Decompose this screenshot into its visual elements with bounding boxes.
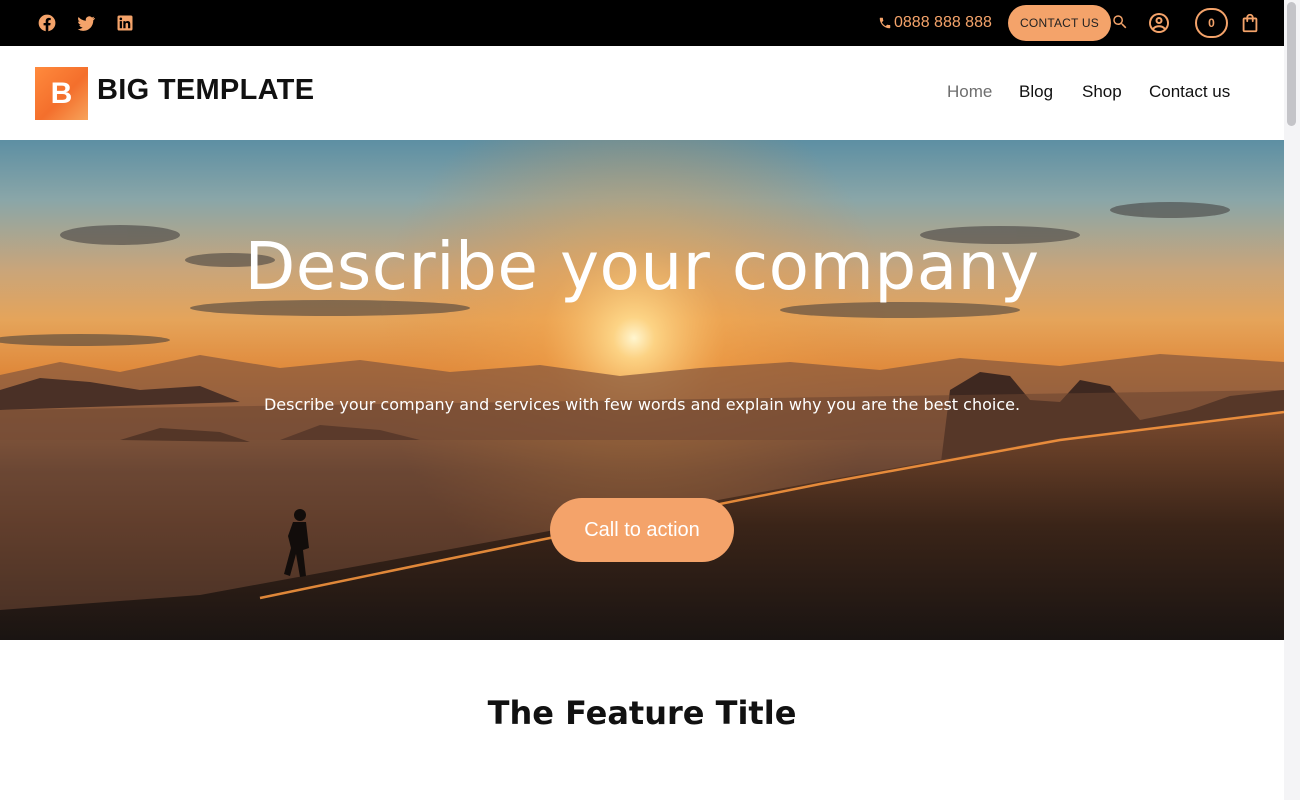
twitter-icon[interactable] [75, 12, 97, 34]
top-bar: 0888 888 888 CONTACT US 0 [0, 0, 1284, 46]
hero-section: Describe your company Describe your comp… [0, 140, 1284, 640]
phone-number: 0888 888 888 [894, 14, 992, 31]
contact-us-button[interactable]: CONTACT US [1008, 5, 1111, 41]
shopping-bag-icon[interactable] [1239, 10, 1261, 36]
page: 0888 888 888 CONTACT US 0 B BIG TEMPLATE… [0, 0, 1284, 800]
linkedin-icon[interactable] [114, 12, 136, 34]
hero-background-image [0, 140, 1284, 640]
phone-link[interactable]: 0888 888 888 [878, 12, 992, 34]
hero-subtitle: Describe your company and services with … [263, 395, 1021, 414]
phone-icon [879, 17, 891, 29]
nav-item-blog[interactable]: Blog [1019, 82, 1053, 102]
site-header: B BIG TEMPLATE Home Blog Shop Contact us [0, 46, 1284, 140]
logo-mark[interactable]: B [35, 67, 88, 120]
scrollbar-thumb[interactable] [1287, 2, 1296, 126]
facebook-icon[interactable] [36, 12, 58, 34]
cart-count-badge[interactable]: 0 [1195, 8, 1228, 38]
nav-item-home[interactable]: Home [947, 82, 992, 102]
page-scrollbar[interactable] [1284, 0, 1300, 800]
nav-item-shop[interactable]: Shop [1082, 82, 1122, 102]
search-icon[interactable] [1111, 13, 1129, 31]
nav-item-contact-us[interactable]: Contact us [1149, 82, 1230, 102]
logo-text[interactable]: BIG TEMPLATE [97, 74, 314, 107]
call-to-action-button[interactable]: Call to action [550, 498, 734, 562]
user-account-icon[interactable] [1147, 11, 1171, 35]
hero-title: Describe your company [244, 228, 1040, 305]
feature-title: The Feature Title [487, 694, 797, 732]
